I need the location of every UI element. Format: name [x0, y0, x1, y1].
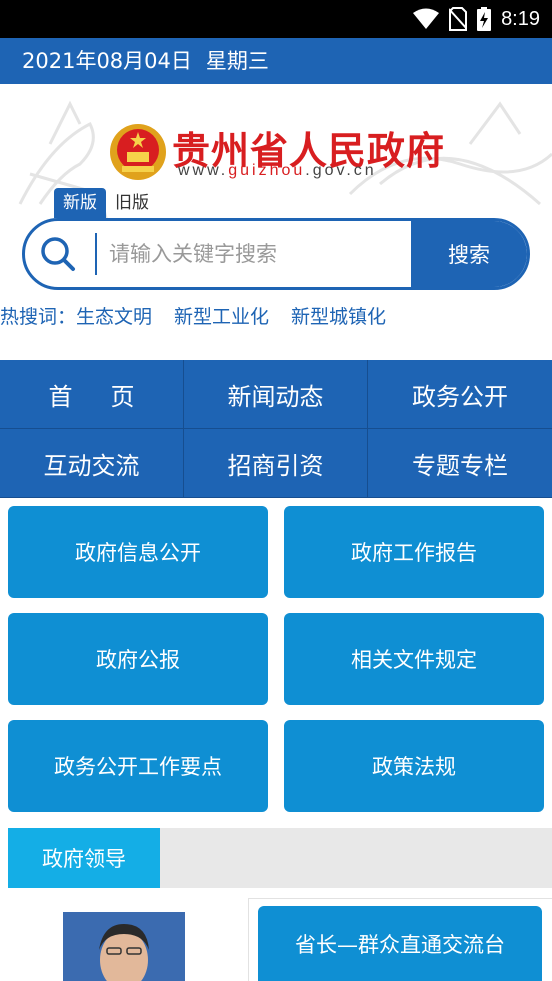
tile-policies-regulations[interactable]: 政策法规 — [284, 720, 544, 812]
site-url: www.guizhou.gov.cn — [178, 162, 377, 180]
leader-photo[interactable] — [63, 912, 185, 981]
main-nav: 首页 新闻动态 政务公开 互动交流 招商引资 专题专栏 — [0, 360, 552, 498]
search-input[interactable] — [109, 229, 409, 279]
search-icon — [41, 237, 75, 271]
national-emblem-icon — [110, 124, 166, 180]
nav-item-special-topics[interactable]: 专题专栏 — [368, 429, 552, 498]
tab-old-version[interactable]: 旧版 — [115, 188, 149, 218]
no-sim-icon — [449, 7, 468, 31]
nav-item-investment[interactable]: 招商引资 — [184, 429, 368, 498]
nav-item-news[interactable]: 新闻动态 — [184, 360, 368, 429]
battery-charging-icon — [477, 7, 492, 31]
search-button[interactable]: 搜索 — [411, 221, 527, 287]
site-header: 贵州省人民政府 www.guizhou.gov.cn 新版 旧版 搜索 热搜词：… — [0, 84, 552, 360]
hot-keyword-link[interactable]: 新型工业化 — [174, 306, 269, 328]
leader-portrait — [63, 912, 185, 981]
tile-grid: 政府信息公开 政府工作报告 政府公报 相关文件规定 政务公开工作要点 政策法规 — [8, 506, 544, 812]
tile-government-bulletin[interactable]: 政府公报 — [8, 613, 268, 705]
date-bar: 2021年08月04日 星期三 — [0, 38, 552, 84]
tile-government-info[interactable]: 政府信息公开 — [8, 506, 268, 598]
tile-disclosure-key-points[interactable]: 政务公开工作要点 — [8, 720, 268, 812]
status-time: 8:19 — [501, 7, 540, 30]
site-url-prefix: www. — [178, 162, 229, 179]
status-icons: 8:19 — [413, 6, 540, 32]
leaders-section-header: 政府领导 — [8, 828, 552, 888]
search-divider — [95, 233, 97, 275]
tab-new-version[interactable]: 新版 — [54, 188, 106, 218]
site-url-domain: guizhou — [228, 162, 306, 179]
status-bar: 8:19 — [0, 0, 552, 38]
hot-keyword-link[interactable]: 新型城镇化 — [291, 306, 386, 328]
tab-government-leaders[interactable]: 政府领导 — [8, 828, 160, 888]
tile-related-documents[interactable]: 相关文件规定 — [284, 613, 544, 705]
current-weekday: 星期三 — [205, 49, 269, 73]
nav-item-government-affairs[interactable]: 政务公开 — [368, 360, 552, 429]
governor-direct-line-button[interactable]: 省长—群众直通交流台 — [258, 906, 542, 981]
tile-work-report[interactable]: 政府工作报告 — [284, 506, 544, 598]
nav-item-interaction[interactable]: 互动交流 — [0, 429, 184, 498]
search-box: 搜索 — [22, 218, 530, 290]
hot-search: 热搜词：生态文明 新型工业化 新型城镇化 — [0, 302, 408, 329]
site-url-suffix: .gov.cn — [305, 162, 377, 179]
nav-item-home[interactable]: 首页 — [0, 360, 184, 429]
hot-search-label: 热搜词： — [0, 306, 77, 328]
current-date: 2021年08月04日 — [22, 49, 192, 73]
hot-keyword-link[interactable]: 生态文明 — [76, 306, 152, 328]
wifi-icon — [413, 8, 440, 29]
